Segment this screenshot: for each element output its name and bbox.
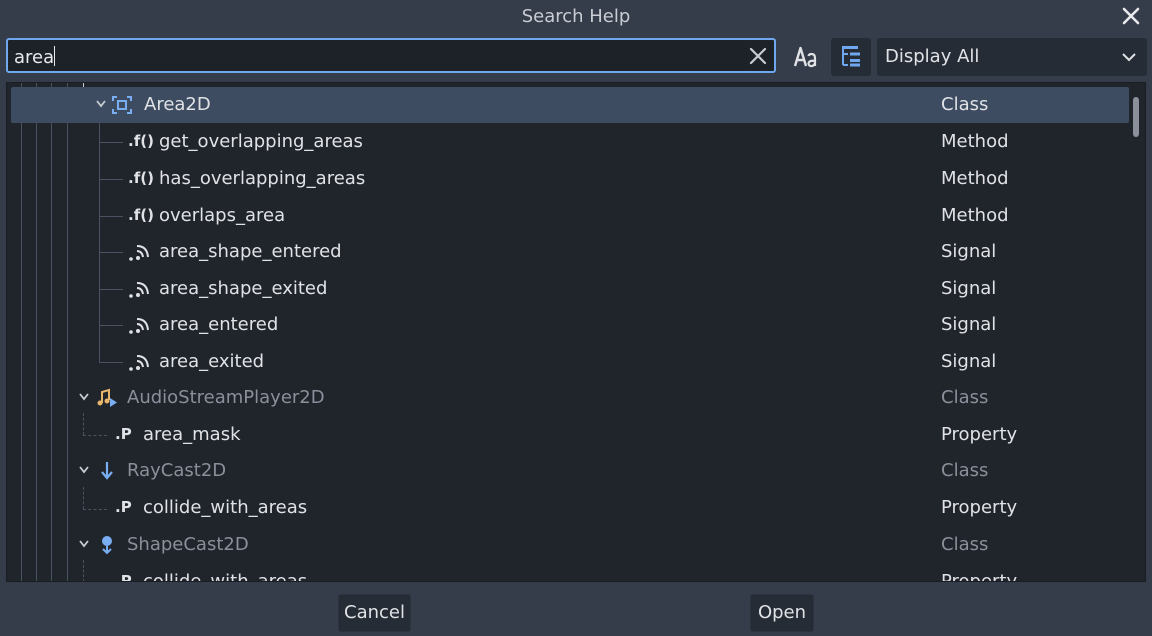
filter-selected: Display All: [885, 46, 980, 67]
row-type: Method: [941, 168, 1009, 189]
audio-stream-player-icon: [97, 388, 117, 407]
tree-row-raycast2d[interactable]: RayCast2D Class: [7, 453, 1129, 489]
row-name: Area2D: [144, 94, 211, 115]
row-type: Class: [941, 94, 989, 115]
tree-row-method[interactable]: .f() overlaps_area Method: [7, 198, 1129, 234]
tree-row-audiostreamplayer2d[interactable]: AudioStreamPlayer2D Class: [7, 380, 1129, 416]
tree-row-method[interactable]: .f() has_overlapping_areas Method: [7, 161, 1129, 197]
tree-row-signal[interactable]: area_entered Signal: [7, 307, 1129, 343]
property-icon: .P: [115, 498, 132, 516]
case-sensitive-button[interactable]: [786, 38, 826, 76]
clear-search-icon[interactable]: [748, 46, 768, 66]
chevron-down-icon[interactable]: [95, 99, 107, 109]
tree-row-area2d[interactable]: Area2D Class: [11, 87, 1129, 123]
method-icon: .f(): [128, 206, 154, 224]
row-name: collide_with_areas: [143, 571, 308, 582]
method-icon: .f(): [128, 169, 154, 187]
tree-row-property[interactable]: .P area_mask Property: [7, 417, 1129, 453]
method-icon: .f(): [128, 132, 154, 150]
search-input[interactable]: area: [6, 38, 776, 73]
search-value: area: [14, 47, 55, 68]
tree-row-signal[interactable]: area_exited Signal: [7, 344, 1129, 380]
property-icon: .P: [115, 572, 132, 582]
chevron-down-icon[interactable]: [78, 465, 90, 475]
row-type: Signal: [941, 278, 997, 299]
row-type: Class: [941, 387, 989, 408]
tree-row-signal[interactable]: area_shape_entered Signal: [7, 234, 1129, 270]
hierarchy-mode-button[interactable]: [831, 38, 871, 76]
row-type: Property: [941, 497, 1018, 518]
tree-row-method[interactable]: .f() get_overlapping_areas Method: [7, 124, 1129, 160]
row-name: has_overlapping_areas: [159, 168, 366, 189]
row-type: Signal: [941, 314, 997, 335]
row-name: area_entered: [159, 314, 279, 335]
open-button[interactable]: Open: [750, 594, 814, 632]
vertical-scrollbar[interactable]: [1131, 85, 1141, 581]
search-input-text[interactable]: area: [14, 46, 56, 68]
row-type: Class: [941, 534, 989, 555]
chevron-down-icon: [1122, 53, 1136, 62]
tree-row-shapecast2d[interactable]: ShapeCast2D Class: [7, 527, 1129, 563]
title-bar: Search Help: [0, 0, 1152, 34]
row-type: Signal: [941, 351, 997, 372]
row-name: RayCast2D: [127, 460, 227, 481]
row-name: AudioStreamPlayer2D: [127, 387, 325, 408]
row-name: area_shape_exited: [159, 278, 328, 299]
shapecast-icon: [102, 536, 112, 555]
raycast-icon: [101, 462, 113, 480]
signal-icon: [129, 318, 149, 334]
row-type: Method: [941, 131, 1009, 152]
row-type: Method: [941, 205, 1009, 226]
hierarchy-icon: [842, 46, 860, 67]
row-name: area_mask: [143, 424, 241, 445]
row-name: get_overlapping_areas: [159, 131, 363, 152]
property-icon: .P: [115, 425, 132, 443]
row-type: Property: [941, 424, 1018, 445]
row-name: ShapeCast2D: [127, 534, 249, 555]
signal-icon: [129, 355, 149, 371]
case-sensitive-icon: [793, 46, 817, 68]
row-name: area_shape_entered: [159, 241, 342, 262]
filter-dropdown[interactable]: Display All: [877, 38, 1147, 76]
row-name: collide_with_areas: [143, 497, 308, 518]
signal-icon: [129, 282, 149, 298]
row-name: overlaps_area: [159, 205, 286, 226]
tree-row-property[interactable]: .P collide_with_areas Property: [7, 564, 1129, 582]
signal-icon: [129, 245, 149, 261]
tree-row-signal[interactable]: area_shape_exited Signal: [7, 271, 1129, 307]
scrollbar-thumb[interactable]: [1133, 97, 1139, 137]
area2d-icon: [112, 96, 132, 114]
close-icon[interactable]: [1119, 4, 1143, 28]
chevron-down-icon[interactable]: [78, 392, 90, 402]
row-name: area_exited: [159, 351, 265, 372]
tree-row-property[interactable]: .P collide_with_areas Property: [7, 490, 1129, 526]
row-type: Signal: [941, 241, 997, 262]
row-type: Property: [941, 571, 1018, 582]
text-caret: [54, 46, 56, 66]
results-tree[interactable]: Area2D Class .f() get_overlapping_areas …: [6, 82, 1146, 582]
cancel-button[interactable]: Cancel: [338, 594, 411, 632]
row-type: Class: [941, 460, 989, 481]
dialog-title: Search Help: [521, 6, 631, 27]
chevron-down-icon[interactable]: [78, 539, 90, 549]
